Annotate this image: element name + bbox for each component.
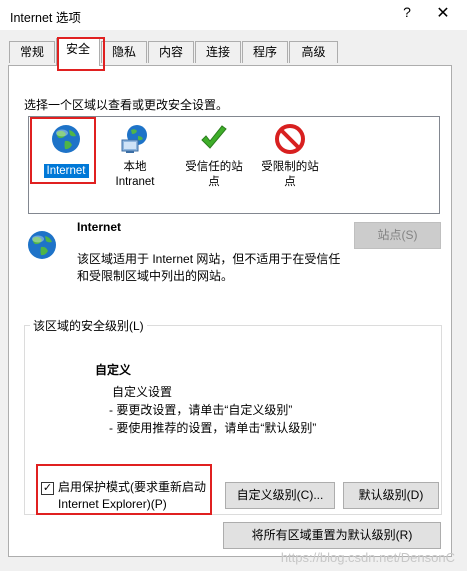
zone-trusted-label2: 点 [208,176,220,188]
zone-trusted-sites[interactable]: 受信任的站 点 [177,123,251,190]
window-title: Internet 选项 [10,11,81,25]
tab-programs[interactable]: 程序 [242,41,288,63]
zone-trusted-label1: 受信任的站 [185,161,243,173]
help-button[interactable]: ? [400,4,414,20]
security-level-name: 自定义 [95,363,132,377]
zone-intranet-label2: Intranet [115,176,155,188]
security-level-line1: 自定义设置 [112,385,173,399]
custom-level-button[interactable]: 自定义级别(C)... [225,482,335,509]
sites-button[interactable]: 站点(S) [354,222,441,249]
intranet-icon [121,125,147,153]
watermark-text: https://blog.csdn.net/DensonC [280,550,455,565]
default-level-button[interactable]: 默认级别(D) [343,482,439,509]
tab-highlight-box [57,37,105,71]
globe-icon [28,231,56,259]
zone-info-title: Internet [77,220,122,234]
check-icon [201,125,227,149]
reset-all-zones-button[interactable]: 将所有区域重置为默认级别(R) [223,522,441,549]
zone-local-intranet[interactable]: 本地 Intranet [101,123,169,190]
tab-advanced[interactable]: 高级 [289,41,338,63]
tab-connections[interactable]: 连接 [195,41,241,63]
zone-info-desc-line2: 和受限制区域中列出的网站。 [77,269,234,283]
tab-privacy[interactable]: 隐私 [101,41,147,63]
zone-info-description: 该区域适用于 Internet 网站，但不适用于在受信任 和受限制区域中列出的网… [77,251,340,285]
zone-prompt: 选择一个区域以查看或更改安全设置。 [24,98,229,112]
zone-restricted-label2: 点 [284,176,296,188]
security-level-line3: - 要使用推荐的设置，请单击“默认级别” [109,421,317,435]
zone-info-desc-line1: 该区域适用于 Internet 网站，但不适用于在受信任 [77,252,341,266]
security-level-line2: - 要更改设置，请单击“自定义级别” [109,403,293,417]
security-level-description: 自定义设置 - 要更改设置，请单击“自定义级别” - 要使用推荐的设置，请单击“… [109,383,317,437]
zone-restricted-label1: 受限制的站 [261,161,319,173]
security-level-group-title: 该区域的安全级别(L) [30,317,147,334]
protected-mode-highlight-box [36,464,212,515]
restricted-icon [275,124,305,154]
tab-general[interactable]: 常规 [9,41,55,63]
zone-restricted-sites[interactable]: 受限制的站 点 [253,123,327,190]
zone-intranet-label1: 本地 [123,161,147,173]
zone-highlight-box [30,117,96,184]
tab-content[interactable]: 内容 [148,41,194,63]
close-button[interactable]: ✕ [433,3,453,23]
